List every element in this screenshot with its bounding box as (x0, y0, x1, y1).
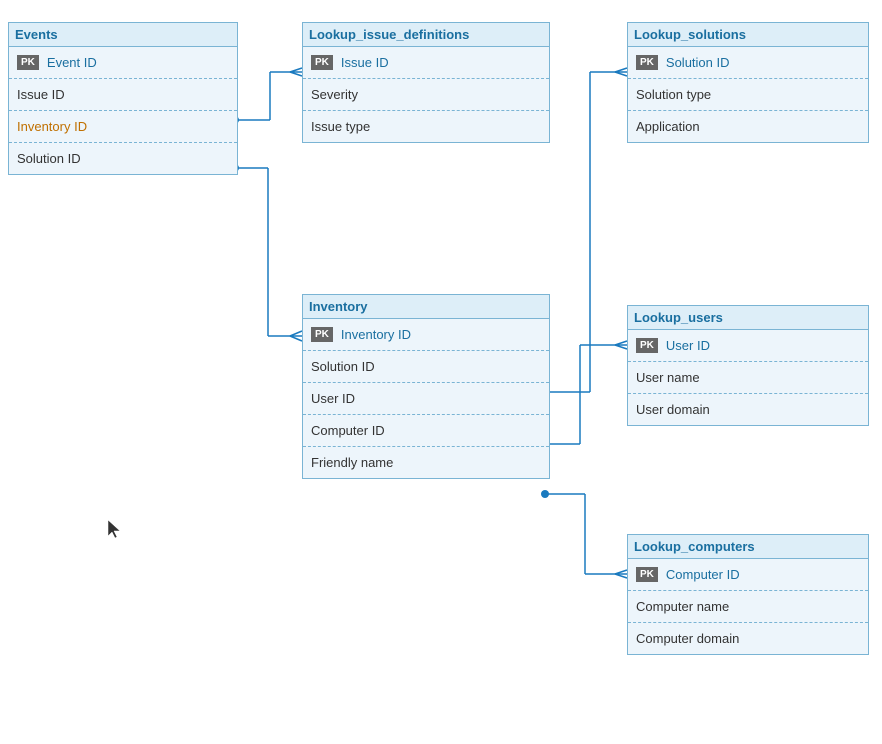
field-user-id-lookup: User ID (666, 338, 710, 353)
lookup-issue-table: Lookup_issue_definitions PK Issue ID Sev… (302, 22, 550, 143)
lookup-solutions-body: PK Solution ID Solution type Application (628, 46, 868, 142)
pk-badge-issue: PK (311, 55, 333, 70)
field-friendly-name: Friendly name (311, 455, 393, 470)
lookup-computers-title: Lookup_computers (628, 535, 868, 558)
field-solution-id-lookup: Solution ID (666, 55, 730, 70)
pk-badge-solutions: PK (636, 55, 658, 70)
lookup-solutions-title: Lookup_solutions (628, 23, 868, 46)
field-user-domain: User domain (636, 402, 710, 417)
field-user-name: User name (636, 370, 700, 385)
field-inventory-id: Inventory ID (341, 327, 411, 342)
lookup-solutions-row-app: Application (628, 110, 868, 142)
field-solution-type: Solution type (636, 87, 711, 102)
inventory-row-inventoryid: PK Inventory ID (303, 318, 549, 350)
field-solution-id-events: Solution ID (17, 151, 81, 166)
inventory-body: PK Inventory ID Solution ID User ID Comp… (303, 318, 549, 478)
lookup-issue-title: Lookup_issue_definitions (303, 23, 549, 46)
lookup-users-body: PK User ID User name User domain (628, 329, 868, 425)
pk-badge-users: PK (636, 338, 658, 353)
field-user-id-inventory: User ID (311, 391, 355, 406)
field-issue-id-events: Issue ID (17, 87, 65, 102)
field-issue-id-lookup: Issue ID (341, 55, 389, 70)
lookup-users-row-username: User name (628, 361, 868, 393)
lookup-users-row-userdomain: User domain (628, 393, 868, 425)
field-severity: Severity (311, 87, 358, 102)
lookup-issue-row-severity: Severity (303, 78, 549, 110)
lookup-users-table: Lookup_users PK User ID User name User d… (627, 305, 869, 426)
lookup-issue-row-issueid: PK Issue ID (303, 46, 549, 78)
events-row-inventoryid: Inventory ID (9, 110, 237, 142)
lookup-users-row-userid: PK User ID (628, 329, 868, 361)
diagram-area: Events PK Event ID Issue ID Inventory ID… (0, 0, 882, 744)
events-body: PK Event ID Issue ID Inventory ID Soluti… (9, 46, 237, 174)
inventory-row-friendlyname: Friendly name (303, 446, 549, 478)
events-row-eventid: PK Event ID (9, 46, 237, 78)
lookup-computers-row-computername: Computer name (628, 590, 868, 622)
cursor (108, 520, 120, 538)
field-event-id: Event ID (47, 55, 97, 70)
lookup-solutions-table: Lookup_solutions PK Solution ID Solution… (627, 22, 869, 143)
lookup-computers-body: PK Computer ID Computer name Computer do… (628, 558, 868, 654)
lookup-users-title: Lookup_users (628, 306, 868, 329)
inventory-table: Inventory PK Inventory ID Solution ID Us… (302, 294, 550, 479)
field-inventory-id-events: Inventory ID (17, 119, 87, 134)
inventory-row-solutionid: Solution ID (303, 350, 549, 382)
inventory-title: Inventory (303, 295, 549, 318)
events-title: Events (9, 23, 237, 46)
inventory-row-userid: User ID (303, 382, 549, 414)
field-computer-id-inventory: Computer ID (311, 423, 385, 438)
inventory-row-computerid: Computer ID (303, 414, 549, 446)
field-computer-domain: Computer domain (636, 631, 739, 646)
field-computer-name: Computer name (636, 599, 729, 614)
lookup-issue-row-issuetype: Issue type (303, 110, 549, 142)
pk-badge-computers: PK (636, 567, 658, 582)
lookup-issue-body: PK Issue ID Severity Issue type (303, 46, 549, 142)
pk-badge-inventory: PK (311, 327, 333, 342)
field-issue-type: Issue type (311, 119, 370, 134)
lookup-computers-row-computerid: PK Computer ID (628, 558, 868, 590)
events-row-solutionid: Solution ID (9, 142, 237, 174)
field-application: Application (636, 119, 700, 134)
lookup-solutions-row-type: Solution type (628, 78, 868, 110)
field-solution-id-inventory: Solution ID (311, 359, 375, 374)
lookup-solutions-row-solutionid: PK Solution ID (628, 46, 868, 78)
lookup-computers-table: Lookup_computers PK Computer ID Computer… (627, 534, 869, 655)
field-computer-id-lookup: Computer ID (666, 567, 740, 582)
events-row-issueid: Issue ID (9, 78, 237, 110)
pk-badge: PK (17, 55, 39, 70)
lookup-computers-row-computerdomain: Computer domain (628, 622, 868, 654)
events-table: Events PK Event ID Issue ID Inventory ID… (8, 22, 238, 175)
